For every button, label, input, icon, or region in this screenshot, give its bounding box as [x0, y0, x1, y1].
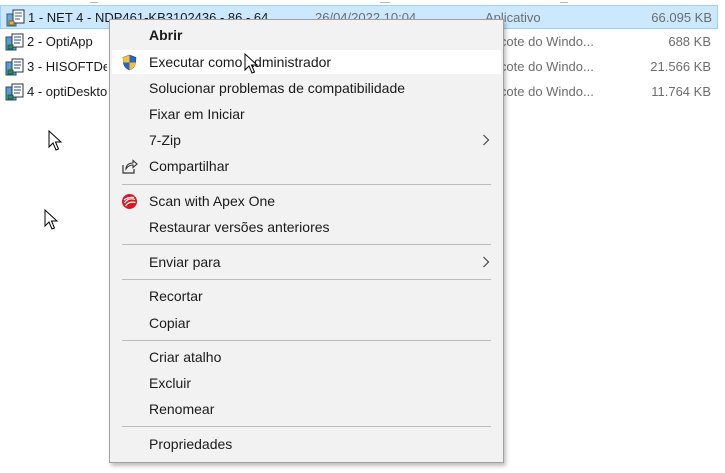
previous-row-edge — [560, 0, 568, 3]
menu-item-label: Renomear — [149, 401, 215, 417]
msi-package-icon — [5, 58, 24, 76]
msi-package-icon — [5, 83, 24, 101]
menu-item-label: 7-Zip — [149, 132, 181, 148]
share-icon — [122, 159, 138, 174]
menu-item-label: Executar como administrador — [149, 54, 332, 70]
menu-item-cut[interactable]: Recortar — [112, 284, 501, 308]
menu-separator — [122, 340, 491, 341]
file-size: 21.566 KB — [650, 59, 711, 74]
menu-separator — [122, 279, 491, 280]
menu-item-pin-to-start[interactable]: Fixar em Iniciar — [112, 102, 501, 126]
menu-item-delete[interactable]: Excluir — [112, 371, 501, 395]
menu-separator — [122, 184, 491, 185]
menu-item-label: Recortar — [149, 288, 203, 304]
mouse-cursor-icon — [48, 130, 63, 151]
menu-item-run-as-admin[interactable]: Executar como administrador — [112, 50, 501, 74]
menu-item-label: Solucionar problemas de compatibilidade — [149, 80, 406, 96]
menu-item-label: Scan with Apex One — [149, 193, 276, 209]
file-size: 688 KB — [668, 34, 711, 49]
menu-item-abrir[interactable]: Abrir — [112, 23, 501, 47]
menu-item-label: Abrir — [149, 27, 183, 43]
mouse-cursor-icon — [44, 209, 59, 230]
file-name: 2 - OptiApp — [27, 34, 93, 49]
chevron-right-icon — [483, 256, 490, 268]
chevron-right-icon — [483, 134, 490, 146]
installer-icon — [6, 9, 25, 27]
menu-item-label: Excluir — [149, 375, 192, 391]
menu-item-label: Enviar para — [149, 254, 221, 270]
menu-item-label: Criar atalho — [149, 349, 222, 365]
apex-one-icon — [122, 194, 137, 209]
menu-item-copy[interactable]: Copiar — [112, 311, 501, 335]
file-name: 3 - HISOFTDesktop — [27, 59, 107, 74]
context-menu: Abrir Executar como administrador Soluci… — [109, 19, 504, 463]
menu-item-send-to[interactable]: Enviar para — [112, 250, 501, 274]
previous-row-edge — [90, 0, 98, 3]
menu-separator — [122, 244, 491, 245]
menu-item-create-shortcut[interactable]: Criar atalho — [112, 345, 501, 369]
menu-item-restore-versions[interactable]: Restaurar versões anteriores — [112, 215, 501, 239]
file-type: Aplicativo — [485, 10, 541, 25]
menu-item-7zip[interactable]: 7-Zip — [112, 128, 501, 152]
menu-separator — [122, 426, 491, 427]
previous-row-edge — [380, 0, 390, 3]
menu-item-label: Propriedades — [149, 436, 233, 452]
mouse-cursor-icon — [244, 53, 259, 74]
menu-item-rename[interactable]: Renomear — [112, 397, 501, 421]
menu-item-label: Compartilhar — [149, 158, 230, 174]
file-size: 66.095 KB — [651, 10, 712, 25]
file-size: 11.764 KB — [651, 84, 711, 99]
menu-item-scan-apex-one[interactable]: Scan with Apex One — [112, 189, 501, 213]
menu-item-troubleshoot-compat[interactable]: Solucionar problemas de compatibilidade — [112, 76, 501, 100]
menu-item-label: Fixar em Iniciar — [149, 106, 245, 122]
msi-package-icon — [5, 33, 24, 51]
menu-item-label: Copiar — [149, 315, 191, 331]
file-name: 4 - optiDesktop — [27, 84, 107, 99]
menu-item-share[interactable]: Compartilhar — [112, 154, 501, 178]
menu-item-label: Restaurar versões anteriores — [149, 219, 330, 235]
uac-shield-icon — [122, 54, 137, 71]
menu-item-properties[interactable]: Propriedades — [112, 432, 501, 456]
